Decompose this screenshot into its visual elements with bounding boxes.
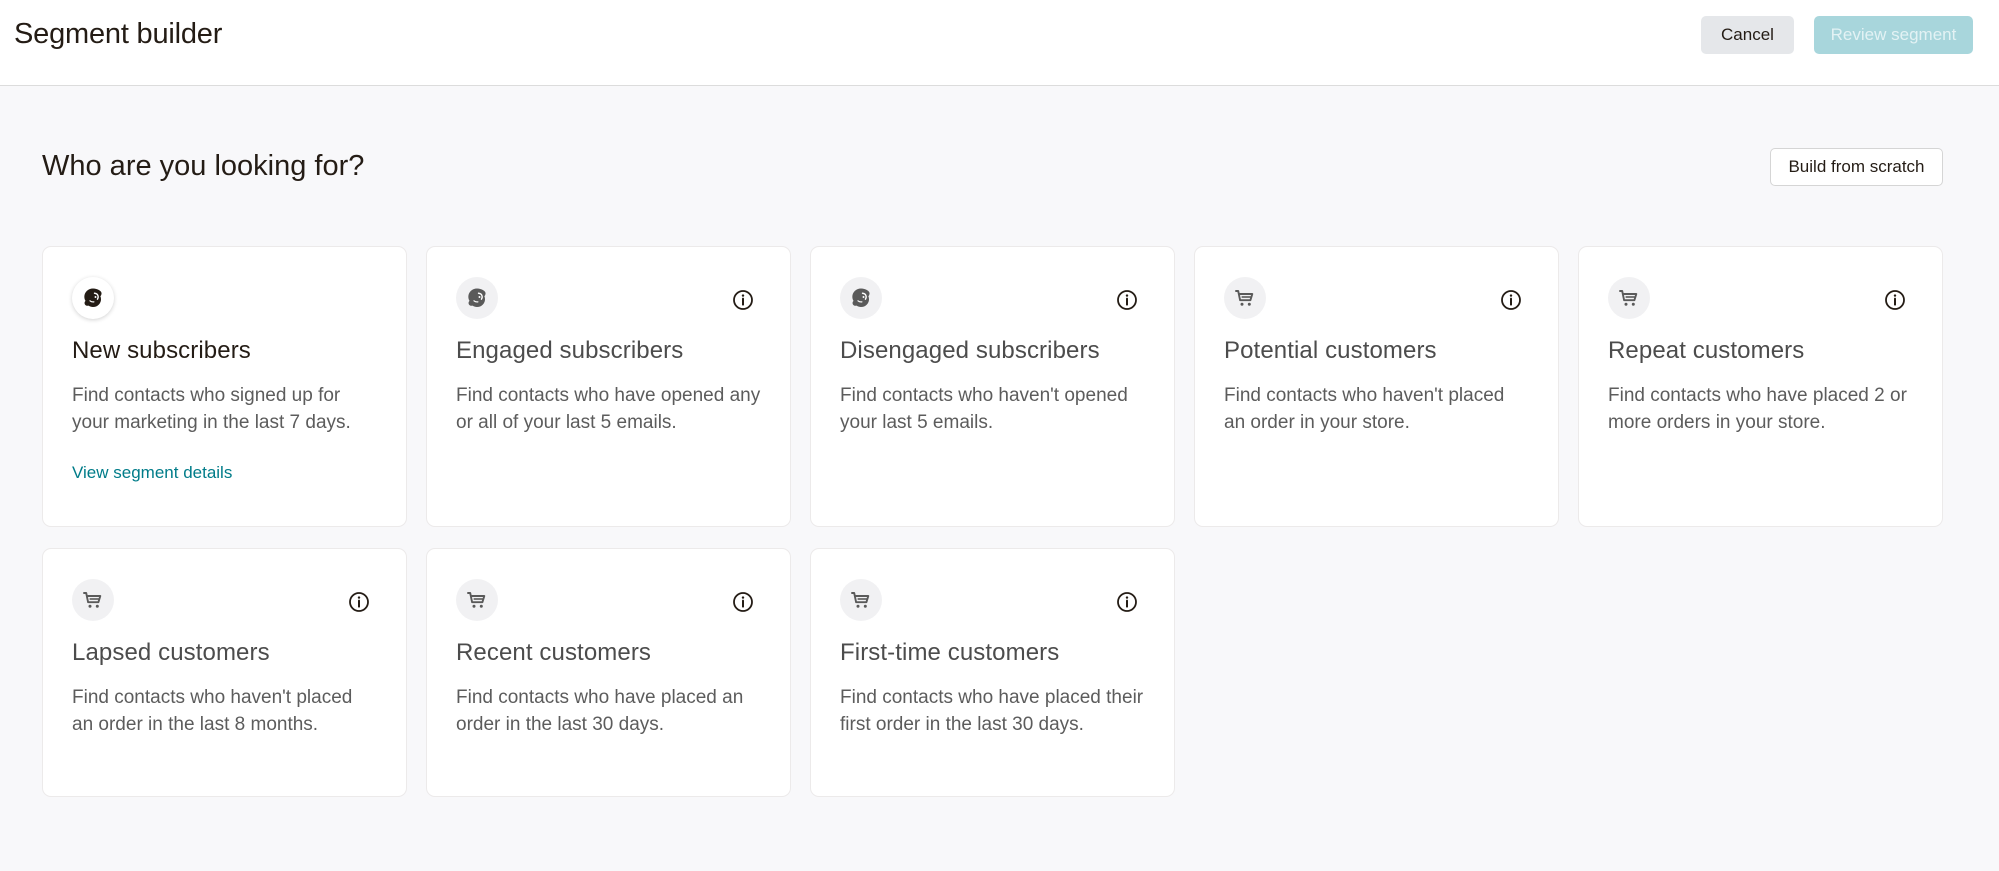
card-description: Find contacts who have opened any or all… bbox=[456, 385, 761, 433]
card-title: Disengaged subscribers bbox=[840, 337, 1100, 364]
cart-icon bbox=[1608, 277, 1650, 319]
cart-icon bbox=[456, 579, 498, 621]
card-title: First-time customers bbox=[840, 639, 1060, 666]
segment-card-engaged-subscribers[interactable]: Engaged subscribers Find contacts who ha… bbox=[426, 246, 791, 527]
card-title: Recent customers bbox=[456, 639, 652, 666]
card-title: New subscribers bbox=[72, 337, 251, 364]
card-title: Repeat customers bbox=[1608, 337, 1805, 364]
section-heading: Who are you looking for? bbox=[42, 150, 365, 182]
card-description: Find contacts who have placed their firs… bbox=[840, 687, 1144, 735]
info-icon[interactable] bbox=[732, 591, 754, 613]
card-title: Potential customers bbox=[1224, 337, 1437, 364]
cart-icon bbox=[1224, 277, 1266, 319]
card-description: Find contacts who haven't placed an orde… bbox=[72, 687, 353, 735]
card-description: Find contacts who haven't opened your la… bbox=[840, 385, 1128, 433]
card-description: Find contacts who have placed 2 or more … bbox=[1608, 385, 1907, 433]
info-icon[interactable] bbox=[1116, 289, 1138, 311]
segment-card-recent-customers[interactable]: Recent customers Find contacts who have … bbox=[426, 548, 791, 797]
info-icon[interactable] bbox=[1500, 289, 1522, 311]
cart-icon bbox=[72, 579, 114, 621]
card-title: Lapsed customers bbox=[72, 639, 270, 666]
mailchimp-logo-icon bbox=[840, 277, 882, 319]
info-icon[interactable] bbox=[1116, 591, 1138, 613]
segment-card-lapsed-customers[interactable]: Lapsed customers Find contacts who haven… bbox=[42, 548, 407, 797]
info-icon[interactable] bbox=[1884, 289, 1906, 311]
segment-card-new-subscribers[interactable]: New subscribers Find contacts who signed… bbox=[42, 246, 407, 527]
cancel-button[interactable]: Cancel bbox=[1701, 16, 1794, 54]
segment-card-disengaged-subscribers[interactable]: Disengaged subscribers Find contacts who… bbox=[810, 246, 1175, 527]
cart-icon bbox=[840, 579, 882, 621]
card-description: Find contacts who signed up for your mar… bbox=[72, 385, 351, 433]
segment-card-repeat-customers[interactable]: Repeat customers Find contacts who have … bbox=[1578, 246, 1943, 527]
segment-card-first-time-customers[interactable]: First-time customers Find contacts who h… bbox=[810, 548, 1175, 797]
mailchimp-logo-icon bbox=[72, 277, 114, 319]
page-title: Segment builder bbox=[14, 18, 223, 50]
build-from-scratch-button[interactable]: Build from scratch bbox=[1770, 148, 1943, 186]
card-description: Find contacts who haven't placed an orde… bbox=[1224, 385, 1505, 433]
top-bar: Segment builder Cancel Review segment bbox=[0, 0, 1999, 86]
card-title: Engaged subscribers bbox=[456, 337, 684, 364]
segment-card-potential-customers[interactable]: Potential customers Find contacts who ha… bbox=[1194, 246, 1559, 527]
info-icon[interactable] bbox=[348, 591, 370, 613]
info-icon[interactable] bbox=[732, 289, 754, 311]
view-segment-details-link[interactable]: View segment details bbox=[72, 463, 232, 483]
card-description: Find contacts who have placed an order i… bbox=[456, 687, 744, 735]
segment-card-grid: New subscribers Find contacts who signed… bbox=[42, 246, 1943, 797]
mailchimp-logo-icon bbox=[456, 277, 498, 319]
review-segment-button[interactable]: Review segment bbox=[1814, 16, 1973, 54]
